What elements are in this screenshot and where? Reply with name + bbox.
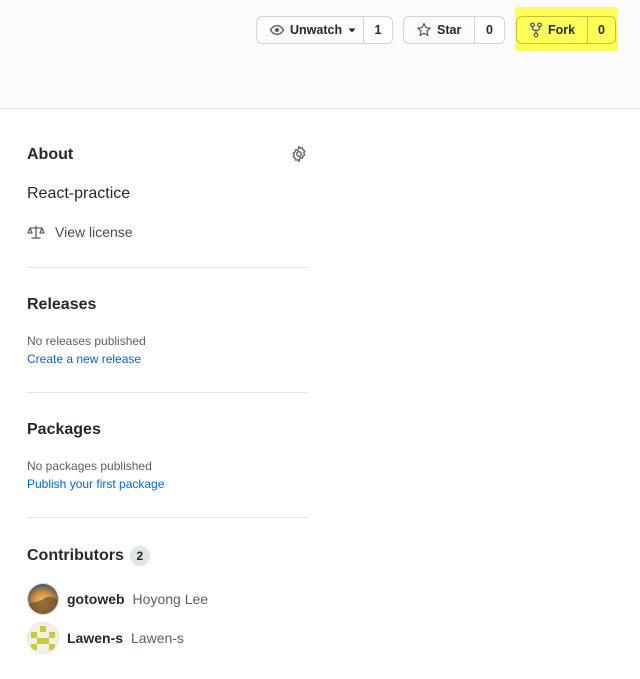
law-icon bbox=[27, 224, 45, 240]
section-divider bbox=[27, 267, 308, 268]
fork-button-group: Fork 0 bbox=[516, 16, 616, 44]
stargazers-count[interactable]: 0 bbox=[474, 17, 504, 43]
fork-label: Fork bbox=[548, 23, 576, 37]
section-divider bbox=[27, 392, 308, 393]
view-license-label: View license bbox=[55, 224, 133, 240]
packages-heading[interactable]: Packages bbox=[27, 421, 101, 439]
contributors-count-badge: 2 bbox=[129, 546, 150, 566]
contributor-name: Lawen-s bbox=[131, 630, 184, 646]
unwatch-label: Unwatch bbox=[290, 23, 343, 37]
eye-icon bbox=[269, 22, 285, 38]
releases-heading[interactable]: Releases bbox=[27, 296, 96, 314]
repository-description: React-practice bbox=[27, 185, 131, 202]
avatar[interactable] bbox=[27, 622, 59, 654]
contributor-item[interactable]: Lawen-s Lawen-s bbox=[27, 622, 184, 654]
contributors-heading[interactable]: Contributors 2 bbox=[27, 546, 150, 566]
section-divider bbox=[27, 517, 308, 518]
fork-button[interactable]: Fork bbox=[517, 17, 587, 43]
avatar[interactable] bbox=[27, 583, 59, 615]
star-button[interactable]: Star bbox=[404, 17, 474, 43]
contributor-login[interactable]: gotoweb bbox=[67, 591, 125, 607]
publish-package-link[interactable]: Publish your first package bbox=[27, 477, 164, 491]
packages-empty-text: No packages published bbox=[27, 459, 152, 473]
star-icon bbox=[416, 22, 432, 38]
star-label: Star bbox=[437, 23, 462, 37]
gear-icon[interactable] bbox=[290, 145, 308, 163]
contributor-name: Hoyong Lee bbox=[132, 591, 209, 607]
forks-count[interactable]: 0 bbox=[587, 17, 615, 43]
watch-button-group: Unwatch 1 bbox=[256, 16, 393, 44]
contributors-heading-label: Contributors bbox=[27, 547, 124, 564]
star-button-group: Star 0 bbox=[403, 16, 505, 44]
create-release-link[interactable]: Create a new release bbox=[27, 352, 141, 366]
view-license-link[interactable]: View license bbox=[27, 224, 133, 240]
unwatch-button[interactable]: Unwatch bbox=[257, 17, 363, 43]
repository-header: Unwatch 1 Star 0 Fork 0 bbox=[0, 0, 640, 109]
releases-empty-text: No releases published bbox=[27, 334, 146, 348]
contributor-item[interactable]: gotoweb Hoyong Lee bbox=[27, 583, 208, 615]
triangle-down-icon bbox=[347, 25, 357, 35]
watchers-count[interactable]: 1 bbox=[363, 17, 392, 43]
about-heading: About bbox=[27, 146, 74, 163]
repo-forked-icon bbox=[529, 22, 543, 38]
contributor-login[interactable]: Lawen-s bbox=[67, 630, 123, 646]
